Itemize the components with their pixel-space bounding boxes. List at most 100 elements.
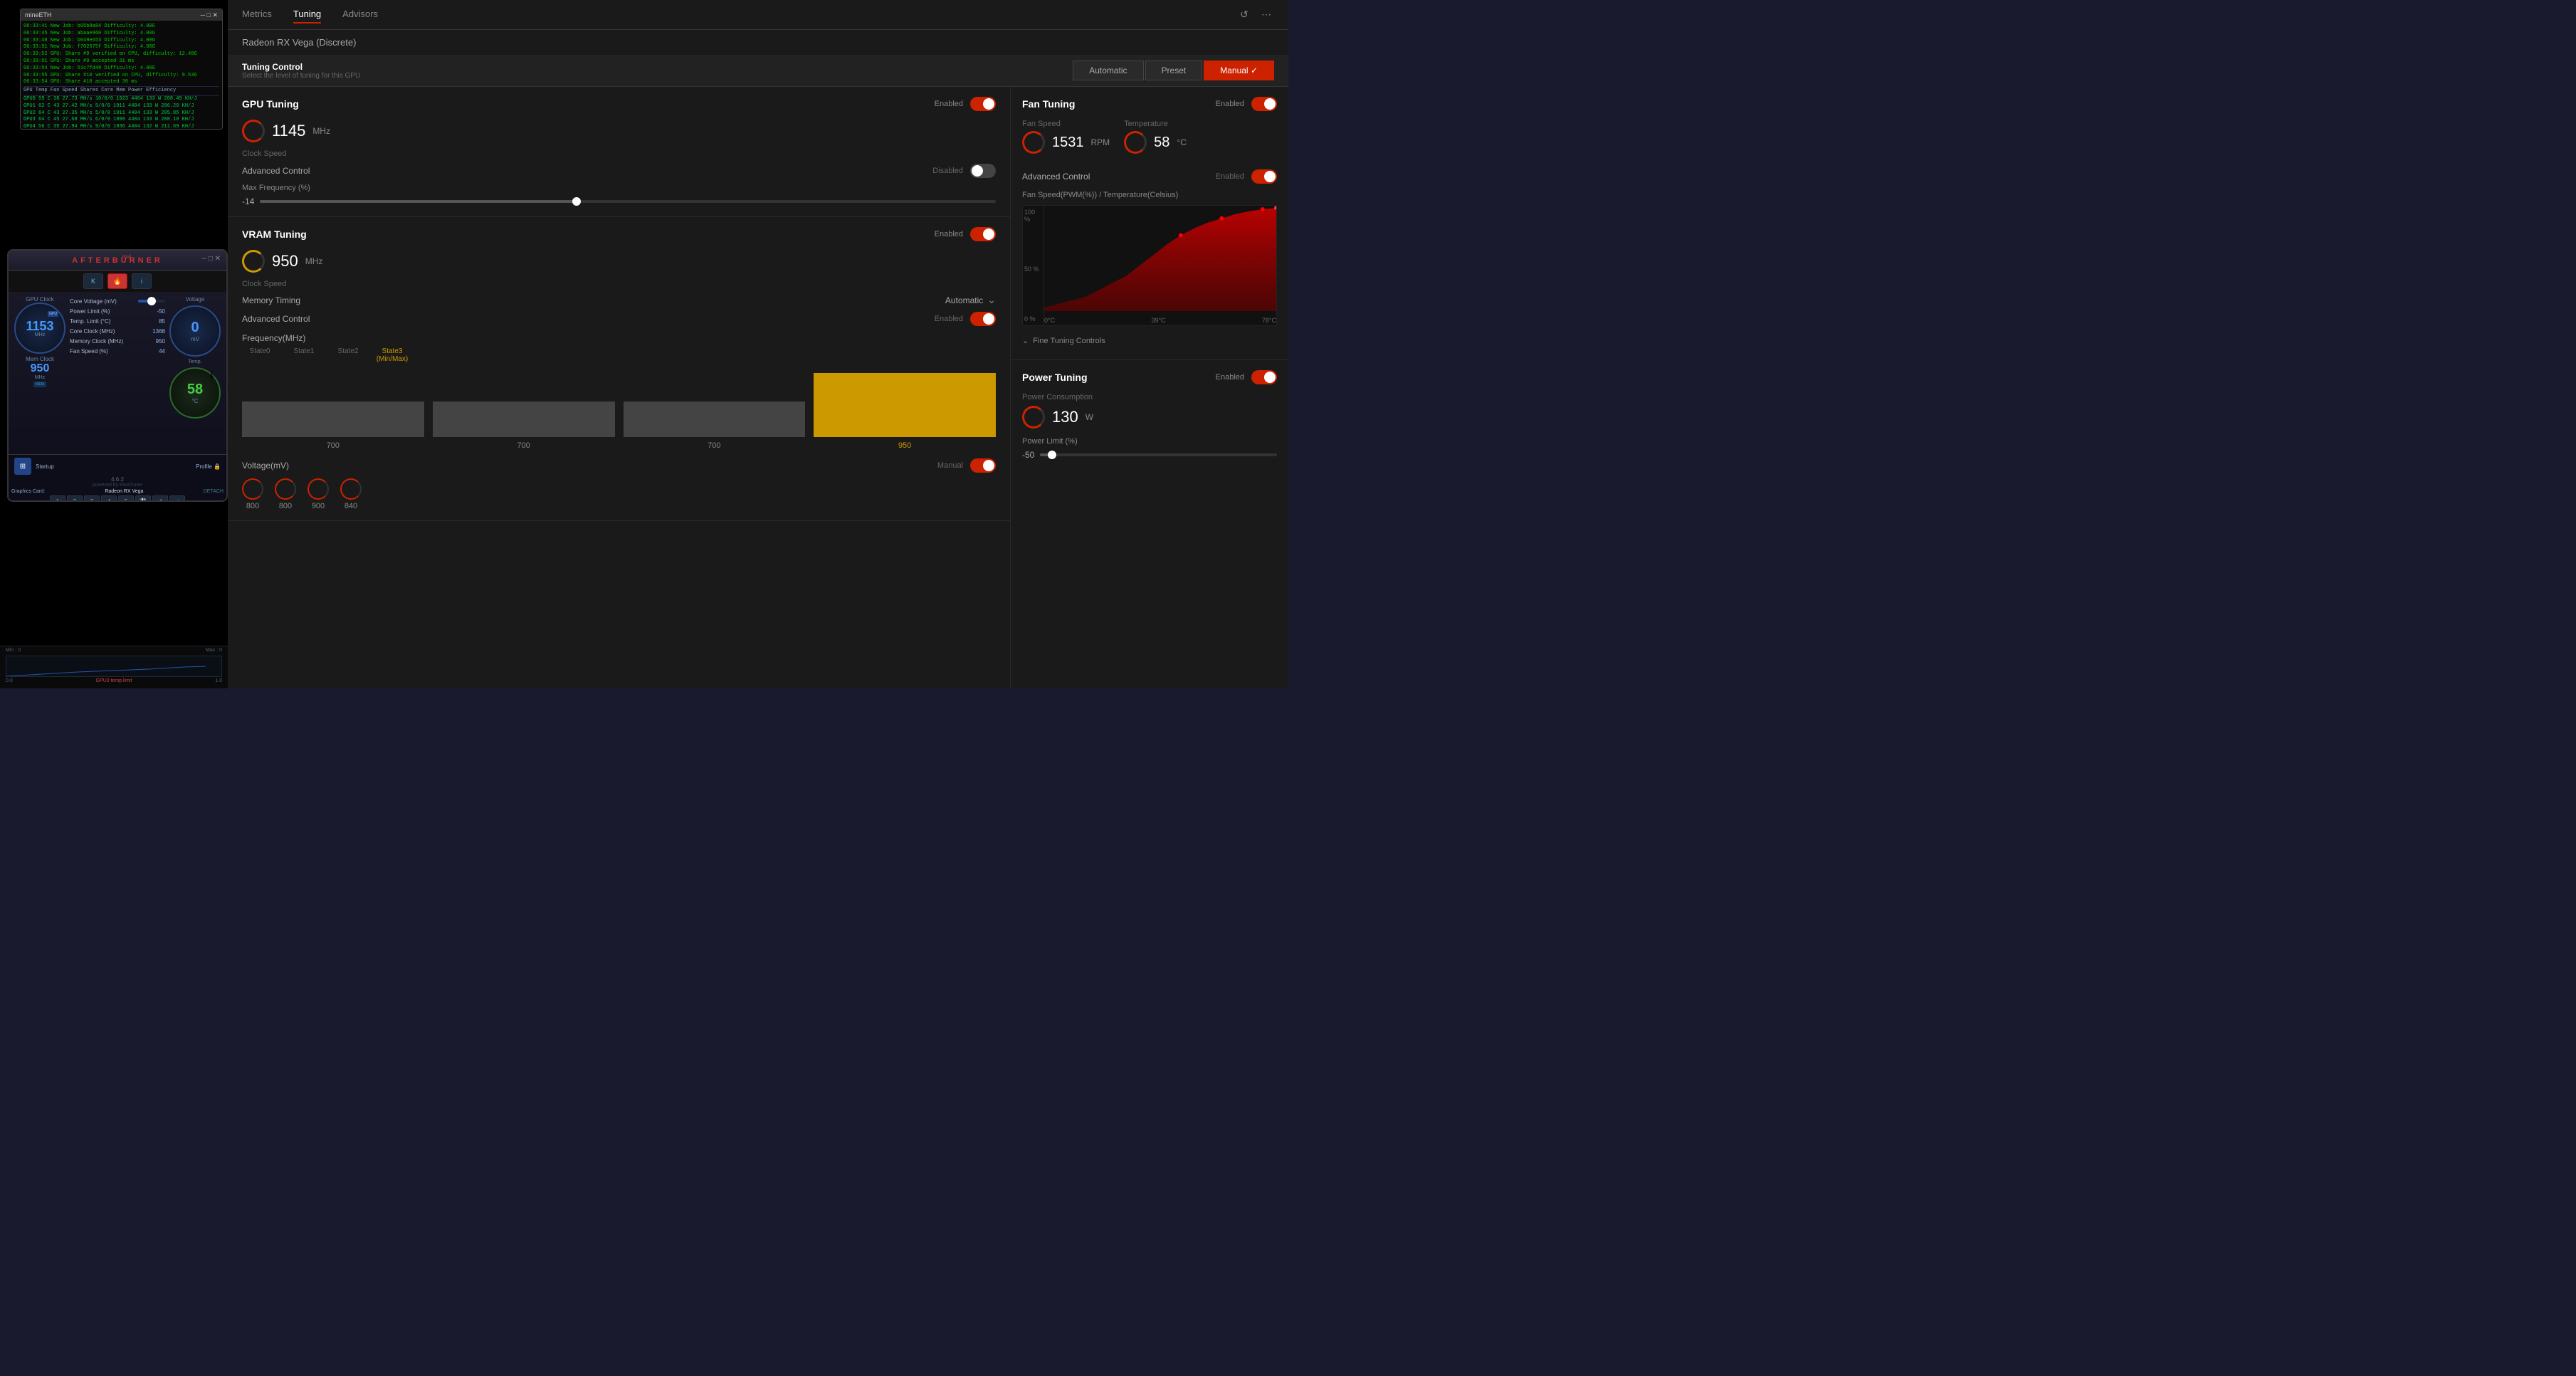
tuning-btn-preset[interactable]: Preset bbox=[1145, 61, 1203, 80]
bar-val-3: 950 bbox=[814, 441, 996, 450]
ab-tab-info[interactable]: i bbox=[132, 273, 152, 289]
graph-values: 0.0 GPU3 temp limit 1.0 bbox=[0, 678, 228, 683]
vram-advanced-right: Enabled bbox=[935, 312, 996, 326]
profile-btn-1[interactable]: 1 bbox=[50, 495, 65, 502]
vram-clock-value: 950 bbox=[272, 252, 298, 271]
gpu-clock-speed-value: 1145 bbox=[272, 122, 305, 140]
vram-advanced-status: Enabled bbox=[935, 315, 963, 323]
temperature-label: Temperature bbox=[1124, 120, 1187, 128]
right-panel: Metrics Tuning Advisors ↺ ⋯ Radeon RX Ve… bbox=[228, 0, 1288, 688]
vram-tuning-status: Enabled bbox=[935, 230, 963, 238]
fan-tuning-toggle[interactable] bbox=[1251, 97, 1277, 111]
frequency-bars bbox=[242, 366, 996, 437]
bar-values: 700 700 700 950 bbox=[242, 441, 996, 450]
power-consumption-value: 130 bbox=[1052, 408, 1078, 426]
fan-chart-area[interactable]: 100 % 50 % 0 % bbox=[1022, 205, 1277, 326]
vram-tuning-controls: Enabled bbox=[935, 227, 996, 241]
left-panel: mineETH ─ □ ✕ 06:33:41 New Job: b05b8a84… bbox=[0, 0, 228, 688]
volt-val-0: 800 bbox=[246, 502, 259, 510]
fan-speed-gauge-amd bbox=[1022, 131, 1045, 154]
power-tuning-header: Power Tuning Enabled bbox=[1022, 370, 1277, 384]
profile-btn-apply[interactable]: ✓ bbox=[169, 495, 185, 502]
tuning-control-sub: Select the level of tuning for this GPU bbox=[242, 72, 360, 80]
gpu-advanced-control-row: Advanced Control Disabled bbox=[242, 164, 996, 178]
fan-tuning-title: Fan Tuning bbox=[1022, 98, 1075, 110]
tuning-btn-manual[interactable]: Manual ✓ bbox=[1204, 61, 1274, 80]
gpu-tuning-status: Enabled bbox=[935, 100, 963, 108]
fine-tuning-toggle[interactable]: ⌄ Fine Tuning Controls bbox=[1022, 332, 1277, 350]
startup-icon[interactable]: ⊞ bbox=[14, 458, 31, 475]
fan-advanced-toggle[interactable] bbox=[1251, 169, 1277, 184]
vram-clock-unit: MHz bbox=[305, 256, 323, 266]
voltage-toggle[interactable] bbox=[970, 458, 996, 473]
bar-fill-3 bbox=[814, 373, 996, 437]
detach-btn[interactable]: DETACH bbox=[204, 489, 224, 494]
bar-state0 bbox=[242, 401, 424, 437]
power-limit-track-amd[interactable] bbox=[1040, 453, 1277, 456]
fan-advanced-right: Enabled bbox=[1216, 169, 1277, 184]
gpu-clock-metric: 1145 MHz bbox=[242, 120, 996, 142]
mem-clock-sublabel: Mem Clock bbox=[26, 356, 54, 362]
volt-circle-1 bbox=[275, 478, 296, 500]
volt-circle-0 bbox=[242, 478, 263, 500]
max-freq-label: Max Frequency (%) bbox=[242, 184, 996, 192]
fan-speed-row-amd: 1531 RPM bbox=[1022, 131, 1110, 154]
gpu-clock-gauge-amd bbox=[242, 120, 265, 142]
bar-state1 bbox=[433, 401, 615, 437]
memory-clock-value: 950 bbox=[142, 338, 165, 345]
more-icon[interactable]: ⋯ bbox=[1261, 9, 1274, 21]
chart-y-100: 100 % bbox=[1024, 209, 1042, 223]
graph-area bbox=[6, 656, 222, 677]
terminal-title: mineETH bbox=[25, 11, 52, 19]
profile-btn-save[interactable]: 💾 bbox=[135, 495, 151, 502]
memory-timing-chevron[interactable]: ⌄ bbox=[987, 294, 996, 306]
power-limit-amd-label: Power Limit (%) bbox=[1022, 437, 1277, 446]
chart-x-39: 39°C bbox=[1151, 317, 1165, 324]
volt-val-2: 900 bbox=[312, 502, 325, 510]
vram-advanced-row: Advanced Control Enabled bbox=[242, 312, 996, 326]
max-freq-track[interactable] bbox=[260, 200, 996, 203]
vram-tuning-toggle[interactable] bbox=[970, 227, 996, 241]
vram-advanced-toggle[interactable] bbox=[970, 312, 996, 326]
terminal-titlebar: mineETH ─ □ ✕ bbox=[21, 9, 222, 21]
ab-tab-flame[interactable]: 🔥 bbox=[107, 273, 127, 289]
profile-btn-5[interactable]: 5 bbox=[118, 495, 134, 502]
afterburner-window: msi AFTERBURNER ─ □ ✕ K 🔥 i GPU Clock GP… bbox=[7, 249, 228, 502]
fan-tuning-header: Fan Tuning Enabled bbox=[1022, 97, 1277, 111]
gpu-tuning-toggle[interactable] bbox=[970, 97, 996, 111]
power-limit-amd-value: -50 bbox=[1022, 450, 1034, 460]
refresh-icon[interactable]: ↺ bbox=[1240, 9, 1253, 21]
nav-metrics[interactable]: Metrics bbox=[242, 6, 272, 23]
profile-btn-reset[interactable]: ↺ bbox=[152, 495, 168, 502]
right-gauges: Voltage 0 mV Temp. 58 °C 🌡 bbox=[169, 296, 221, 419]
power-tuning-toggle[interactable] bbox=[1251, 370, 1277, 384]
nav-advisors[interactable]: Advisors bbox=[342, 6, 378, 23]
afterburner-title: AFTERBURNER bbox=[72, 256, 163, 265]
core-voltage-track[interactable] bbox=[138, 300, 165, 303]
nav-tuning[interactable]: Tuning bbox=[293, 6, 321, 23]
volt-val-3: 840 bbox=[345, 502, 357, 510]
volt-group-2: 900 bbox=[307, 478, 329, 510]
ab-version: 4.6.2 bbox=[111, 476, 124, 483]
gpu-clock-gauge: GPU 1153 MHz bbox=[14, 303, 65, 354]
vram-clock-label: Clock Speed bbox=[242, 280, 996, 288]
bar-fill-1 bbox=[433, 401, 615, 437]
gpu-tuning-controls: Enabled bbox=[935, 97, 996, 111]
gpu-advanced-toggle[interactable] bbox=[970, 164, 996, 178]
vram-clock-gauge bbox=[242, 250, 265, 273]
voltage-gauge: 0 mV bbox=[169, 305, 221, 357]
chevron-down-icon: ⌄ bbox=[1022, 336, 1029, 345]
memory-timing-value: Automatic bbox=[945, 295, 983, 305]
graph-top-value: 1.0 bbox=[215, 678, 222, 683]
profile-btn-3[interactable]: 3 bbox=[84, 495, 100, 502]
tuning-btn-automatic[interactable]: Automatic bbox=[1073, 61, 1143, 80]
profile-buttons: 1 2 3 4 5 💾 ↺ ✓ bbox=[50, 495, 185, 502]
profile-btn-2[interactable]: 2 bbox=[67, 495, 83, 502]
ab-tab-k[interactable]: K bbox=[83, 273, 103, 289]
chart-y-50: 50 % bbox=[1024, 266, 1042, 273]
temp-value: 58 bbox=[187, 382, 203, 398]
ab-window-controls[interactable]: ─ □ ✕ bbox=[201, 255, 221, 263]
gpu-advanced-label: Advanced Control bbox=[242, 166, 310, 176]
graph-svg bbox=[6, 656, 221, 676]
profile-btn-4[interactable]: 4 bbox=[101, 495, 117, 502]
